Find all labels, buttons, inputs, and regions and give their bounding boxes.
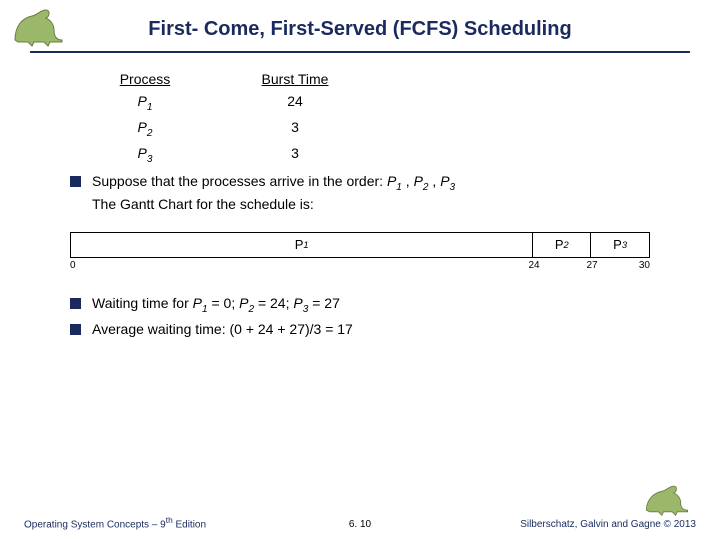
list-item: Average waiting time: (0 + 24 + 27)/3 = …: [70, 320, 650, 339]
copyright-text: Silberschatz, Galvin and Gagne © 2013: [520, 519, 696, 530]
gantt-segment: P1: [71, 233, 533, 257]
footer-right: Silberschatz, Galvin and Gagne © 2013: [520, 481, 696, 530]
dinosaur-icon: [638, 481, 696, 517]
table-row: P3: [70, 145, 220, 165]
gantt-segment: P2: [533, 233, 591, 257]
bullet-list: Suppose that the processes arrive in the…: [70, 172, 650, 213]
gantt-chart: P1P2P3 0 24 27 30: [70, 232, 650, 272]
slide-content: Process Burst Time P1 24 P2 3 P3 3 Suppo…: [0, 53, 720, 339]
table-header-burst: Burst Time: [220, 71, 370, 87]
list-item: Suppose that the processes arrive in the…: [70, 172, 650, 213]
table-cell: 24: [220, 93, 370, 113]
slide-number: 6. 10: [349, 519, 371, 530]
table-cell: 3: [220, 119, 370, 139]
table-row: P2: [70, 119, 220, 139]
process-table: Process Burst Time P1 24 P2 3 P3 3: [70, 71, 650, 164]
footer-left: Operating System Concepts – 9th Edition: [24, 515, 206, 530]
tick-label: 0: [70, 260, 76, 271]
tick-label: 24: [528, 260, 539, 271]
tick-label: 27: [586, 260, 597, 271]
bullet-list: Waiting time for P1 = 0; P2 = 24; P3 = 2…: [70, 294, 650, 339]
tick-label: 30: [639, 260, 650, 271]
page-title: First- Come, First-Served (FCFS) Schedul…: [30, 18, 690, 41]
list-item: Waiting time for P1 = 0; P2 = 24; P3 = 2…: [70, 294, 650, 316]
gantt-segment: P3: [591, 233, 649, 257]
table-cell: 3: [220, 145, 370, 165]
slide-footer: Operating System Concepts – 9th Edition …: [0, 481, 720, 530]
gantt-ticks: 0 24 27 30: [70, 258, 650, 272]
dinosaur-icon: [10, 6, 70, 48]
table-header-process: Process: [70, 71, 220, 87]
table-row: P1: [70, 93, 220, 113]
gantt-bar: P1P2P3: [70, 232, 650, 258]
slide-header: First- Come, First-Served (FCFS) Schedul…: [0, 0, 720, 47]
